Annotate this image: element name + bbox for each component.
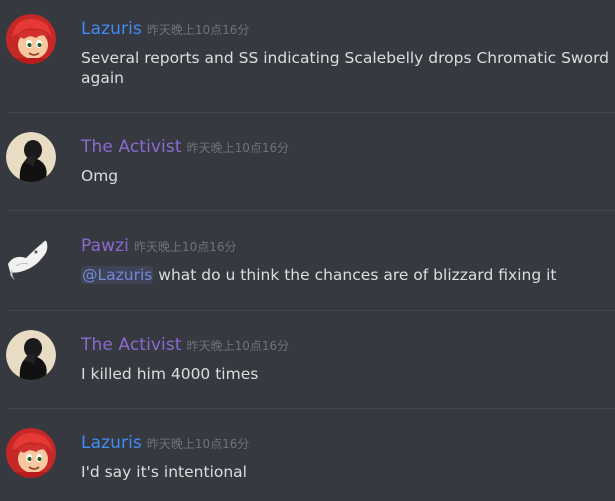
chat-message-list: Lazuris 昨天晚上10点16分 Several reports and SS… bbox=[0, 0, 615, 501]
message-text: Omg bbox=[81, 166, 118, 186]
message-header: Pawzi 昨天晚上10点16分 bbox=[81, 236, 237, 260]
red-haired-cartoon-icon bbox=[6, 428, 56, 478]
activist-avatar[interactable] bbox=[6, 330, 56, 380]
timestamp: 昨天晚上10点16分 bbox=[146, 437, 250, 451]
message-line: I'd say it's intentional bbox=[81, 463, 247, 481]
message-text: I killed him 4000 times bbox=[81, 364, 258, 384]
message-line: Several reports and SS indicating Scaleb… bbox=[81, 49, 610, 67]
message-line: what do u think the chances are of blizz… bbox=[153, 266, 557, 284]
lazuris-avatar[interactable] bbox=[6, 14, 56, 64]
message-line: I killed him 4000 times bbox=[81, 365, 259, 383]
username[interactable]: Lazuris bbox=[81, 19, 142, 39]
message-line: Omg bbox=[81, 167, 119, 185]
pawzi-avatar[interactable] bbox=[6, 236, 56, 286]
timestamp: 昨天晚上10点16分 bbox=[186, 141, 290, 155]
username[interactable]: Pawzi bbox=[81, 236, 129, 256]
message-header: Lazuris 昨天晚上10点16分 bbox=[81, 433, 249, 457]
message-divider bbox=[8, 210, 615, 211]
message-divider bbox=[8, 310, 615, 311]
username[interactable]: The Activist bbox=[81, 335, 182, 355]
message-text: Several reports and SS indicating Scaleb… bbox=[81, 48, 609, 88]
timestamp: 昨天晚上10点16分 bbox=[186, 339, 290, 353]
message-text: I'd say it's intentional bbox=[81, 462, 247, 482]
username[interactable]: Lazuris bbox=[81, 433, 142, 453]
message-text: @Lazuris what do u think the chances are… bbox=[81, 265, 556, 285]
activist-avatar[interactable] bbox=[6, 132, 56, 182]
message-divider bbox=[8, 408, 615, 409]
message-header: The Activist 昨天晚上10点16分 bbox=[81, 137, 289, 161]
silhouette-portrait-icon bbox=[6, 132, 56, 182]
message-header: The Activist 昨天晚上10点16分 bbox=[81, 335, 289, 359]
timestamp: 昨天晚上10点16分 bbox=[133, 240, 237, 254]
message-divider bbox=[8, 112, 615, 113]
red-haired-cartoon-icon bbox=[6, 14, 56, 64]
white-wolf-icon bbox=[6, 236, 56, 286]
username[interactable]: The Activist bbox=[81, 137, 182, 157]
timestamp: 昨天晚上10点16分 bbox=[146, 23, 250, 37]
lazuris-avatar[interactable] bbox=[6, 428, 56, 478]
user-mention[interactable]: @Lazuris bbox=[81, 266, 154, 284]
message-line: again bbox=[81, 69, 124, 87]
silhouette-portrait-icon bbox=[6, 330, 56, 380]
message-header: Lazuris 昨天晚上10点16分 bbox=[81, 19, 249, 43]
